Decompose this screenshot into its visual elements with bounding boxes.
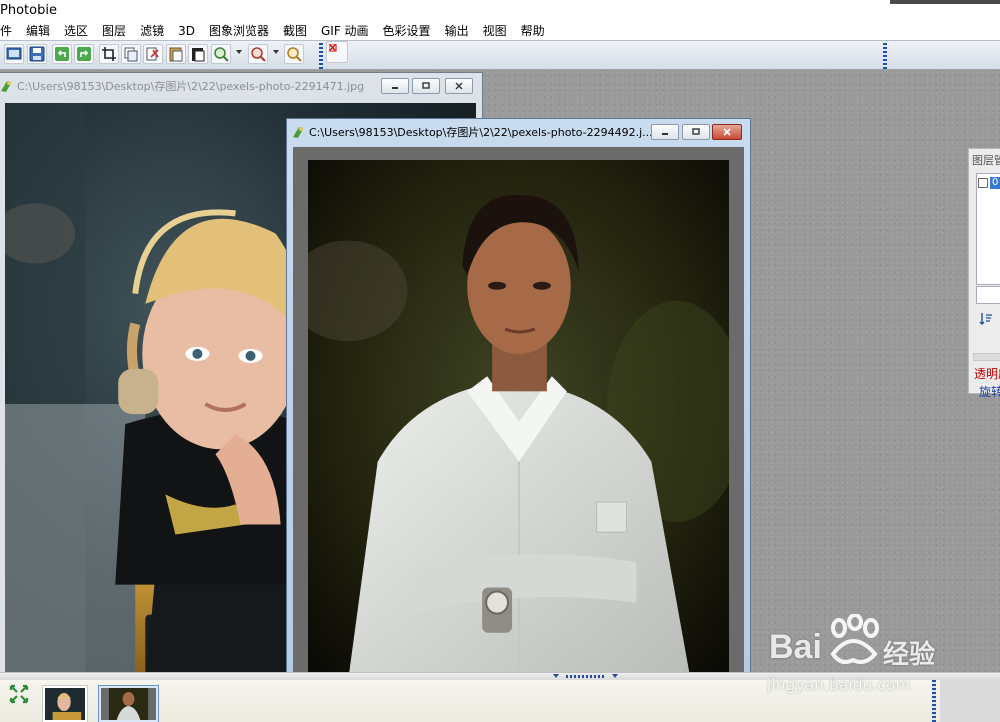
- thumbnail-boy-image: [45, 688, 85, 720]
- menu-filter[interactable]: 滤镜: [133, 22, 171, 40]
- menu-output[interactable]: 输出: [438, 22, 476, 40]
- undo-icon: [55, 47, 69, 61]
- close-icon: [329, 44, 337, 52]
- menu-image-browser[interactable]: 图象浏览器: [202, 22, 276, 40]
- copy-icon: [124, 47, 138, 62]
- cut-icon: [146, 47, 159, 61]
- layer-visibility-checkbox[interactable]: [978, 178, 988, 188]
- close-button[interactable]: [712, 124, 742, 140]
- zoom-out-dropdown[interactable]: [273, 50, 279, 54]
- thumbnail-strip: [0, 680, 1000, 722]
- crop-icon: [102, 47, 116, 61]
- save-icon: [29, 46, 45, 62]
- splitter-grip[interactable]: [566, 675, 606, 678]
- close-icon: [723, 128, 731, 136]
- zoom-out-button[interactable]: [248, 44, 268, 64]
- minimize-icon: [662, 133, 668, 135]
- transparency-label[interactable]: 透明度: [974, 365, 1000, 382]
- minimize-icon: [392, 87, 398, 89]
- crop-button[interactable]: [99, 44, 119, 64]
- zoom-in-icon: [214, 47, 229, 62]
- save-button[interactable]: [27, 44, 47, 64]
- workspace: C:\Users\98153\Desktop\存图片\2\22\pexels-p…: [0, 70, 1000, 672]
- collapse-arrow-icon[interactable]: [553, 674, 559, 678]
- redo-button[interactable]: [74, 44, 94, 64]
- rotate-label[interactable]: 旋转: [979, 383, 1000, 400]
- thumbnail-strip-separator[interactable]: [932, 680, 936, 722]
- menu-file[interactable]: 件: [0, 22, 19, 40]
- menu-layer[interactable]: 图层: [95, 22, 133, 40]
- close-document-button[interactable]: [326, 41, 348, 63]
- redo-icon: [77, 47, 91, 61]
- zoom-fit-button[interactable]: [284, 44, 304, 64]
- sort-order-icon[interactable]: [979, 312, 993, 326]
- close-icon: [455, 82, 463, 90]
- menu-bar: 件 编辑 选区 图层 滤镜 3D 图象浏览器 截图 GIF 动画 色彩设置 输出…: [0, 22, 1000, 40]
- document-window-active[interactable]: C:\Users\98153\Desktop\存图片\2\22\pexels-p…: [286, 118, 751, 672]
- layer-name-field[interactable]: [976, 286, 1000, 304]
- zoom-in-button[interactable]: [211, 44, 231, 64]
- thumbnail-man-image: [101, 688, 156, 720]
- document-titlebar[interactable]: C:\Users\98153\Desktop\存图片\2\22\pexels-p…: [0, 73, 482, 99]
- new-image-button[interactable]: [4, 44, 24, 64]
- paste-new-icon: [192, 48, 205, 62]
- menu-screenshot[interactable]: 截图: [276, 22, 314, 40]
- maximize-icon: [692, 128, 700, 135]
- maximize-button[interactable]: [682, 124, 710, 140]
- layer-name: 0: [990, 177, 1000, 189]
- thumbnail-man[interactable]: [98, 685, 159, 722]
- maximize-icon: [422, 82, 430, 89]
- menu-gif-animation[interactable]: GIF 动画: [314, 22, 376, 40]
- zoom-in-dropdown[interactable]: [236, 50, 242, 54]
- thumbnail-strip-end: [940, 680, 1000, 722]
- menu-view[interactable]: 视图: [476, 22, 514, 40]
- cut-button[interactable]: [143, 44, 163, 64]
- photo-man-graphic: [308, 160, 729, 672]
- menu-select[interactable]: 选区: [57, 22, 95, 40]
- photo-man-white-shirt: [308, 160, 729, 672]
- layer-row[interactable]: 0: [978, 176, 1000, 190]
- undo-button[interactable]: [52, 44, 72, 64]
- layer-panel[interactable]: 图层管 0 透明度 旋转: [968, 148, 1000, 399]
- copy-button[interactable]: [121, 44, 141, 64]
- app-title: Photobie: [0, 3, 57, 18]
- layer-panel-title: 图层管: [972, 154, 1000, 167]
- panel-scrollbar[interactable]: [973, 353, 1000, 361]
- new-image-icon: [6, 47, 22, 60]
- paste-icon: [169, 47, 183, 62]
- menu-help[interactable]: 帮助: [514, 22, 552, 40]
- menu-color-settings[interactable]: 色彩设置: [376, 22, 438, 40]
- toolbar-separator-right[interactable]: [883, 43, 887, 69]
- image-document-icon: [1, 81, 11, 92]
- title-accent: [890, 0, 1000, 4]
- close-button[interactable]: [445, 78, 473, 94]
- thumbnail-splitter[interactable]: [0, 672, 1000, 680]
- image-document-icon: [293, 127, 303, 138]
- fit-all-icon[interactable]: [9, 684, 29, 704]
- zoom-out-icon: [251, 47, 266, 62]
- app-title-bar: Photobie: [0, 0, 1000, 22]
- thumbnail-boy[interactable]: [42, 685, 88, 722]
- maximize-button[interactable]: [412, 78, 440, 94]
- zoom-fit-icon: [287, 47, 302, 62]
- document-canvas[interactable]: [293, 147, 744, 672]
- toolbar: [0, 40, 1000, 70]
- menu-edit[interactable]: 编辑: [19, 22, 57, 40]
- paste-button[interactable]: [166, 44, 186, 64]
- toolbar-separator[interactable]: [319, 43, 323, 69]
- collapse-arrow-icon[interactable]: [612, 674, 618, 678]
- paste-new-button[interactable]: [188, 44, 208, 64]
- document-titlebar[interactable]: C:\Users\98153\Desktop\存图片\2\22\pexels-p…: [287, 119, 750, 145]
- minimize-button[interactable]: [381, 78, 409, 94]
- minimize-button[interactable]: [651, 124, 679, 140]
- layer-list[interactable]: 0: [976, 173, 1000, 285]
- menu-3d[interactable]: 3D: [171, 22, 202, 40]
